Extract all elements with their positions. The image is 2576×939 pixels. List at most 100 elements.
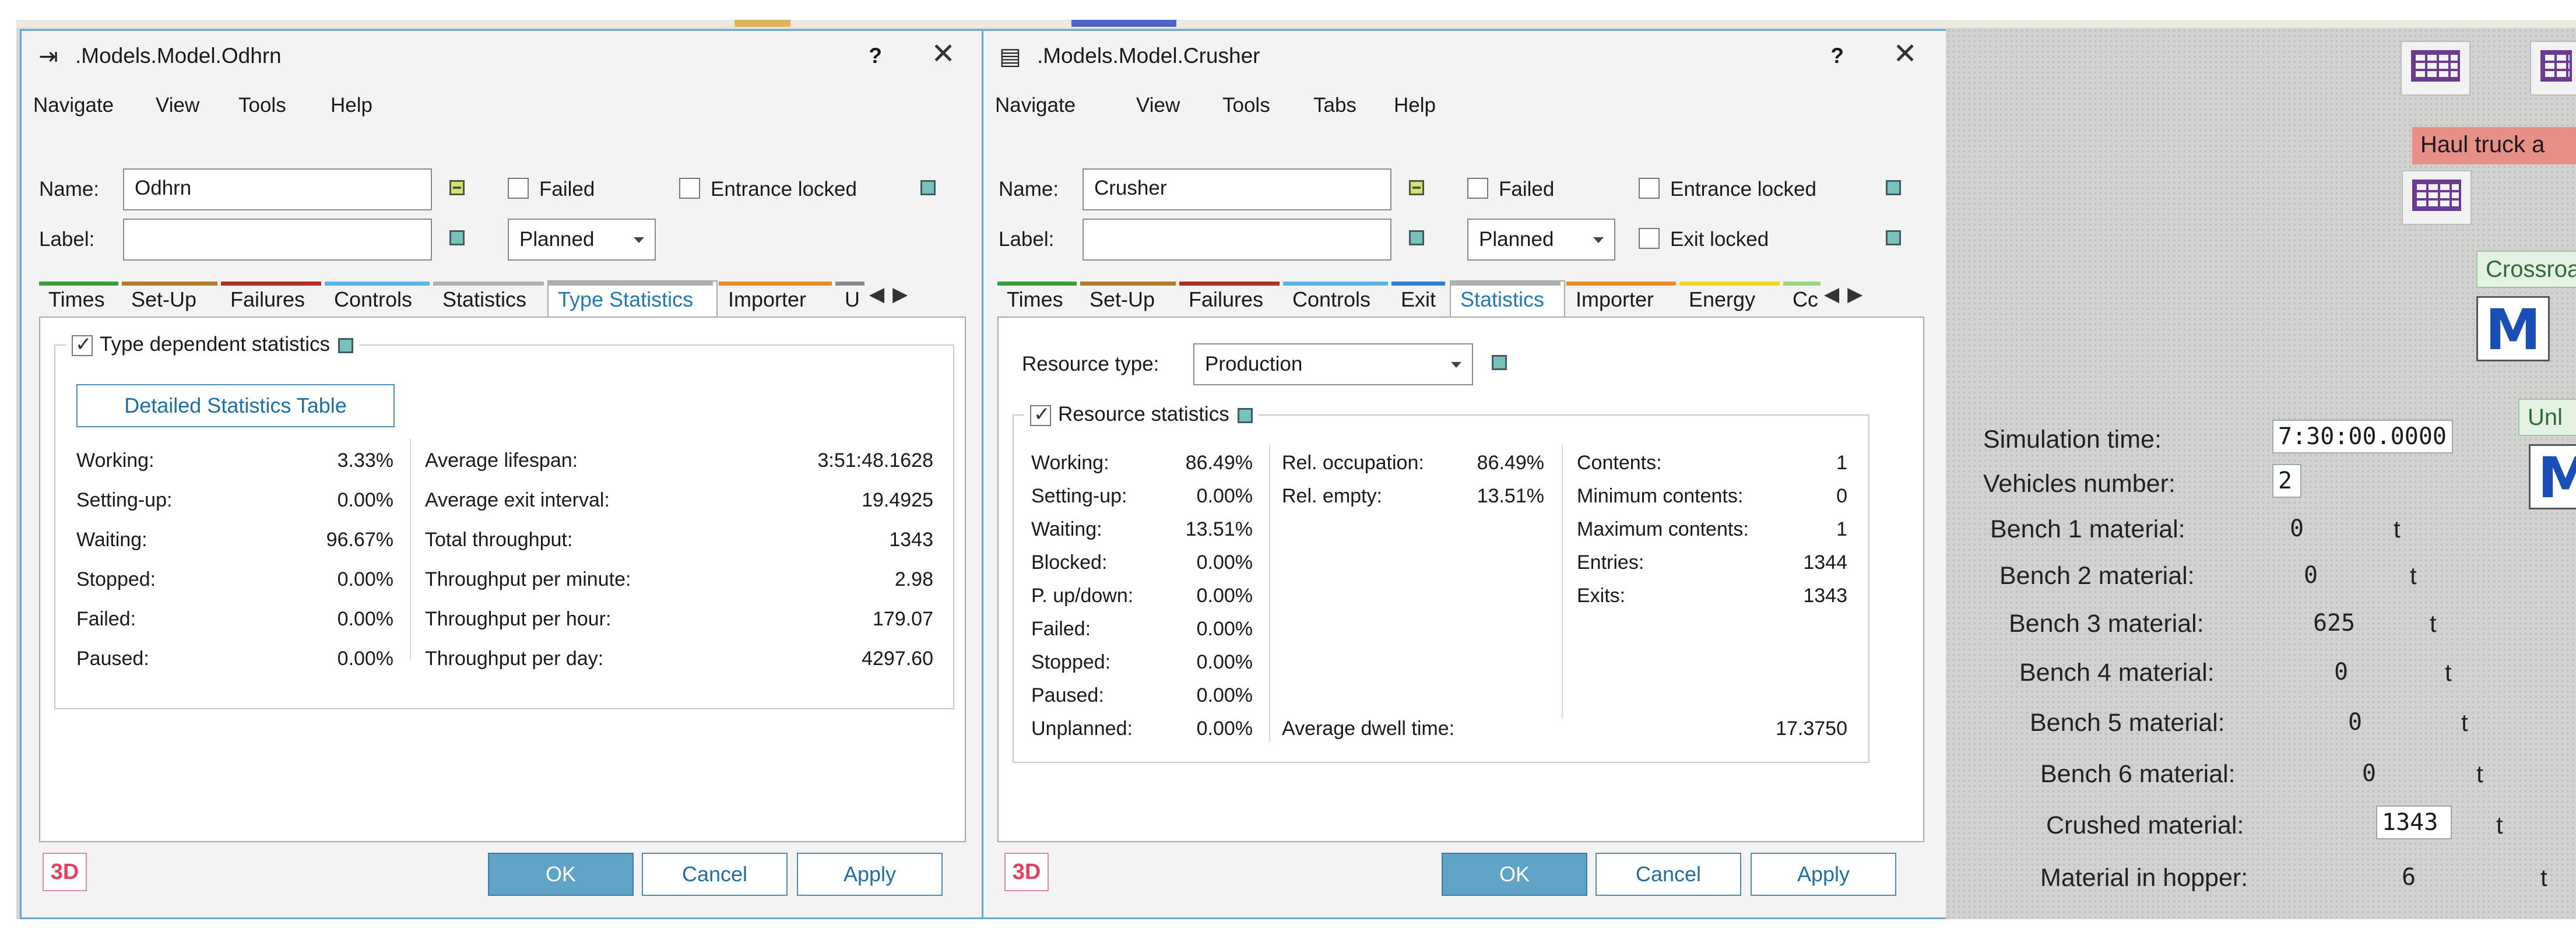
apply-button[interactable]: Apply <box>797 853 943 896</box>
tab-controls[interactable]: Controls <box>1283 282 1391 316</box>
tab-color-bar <box>1391 282 1445 286</box>
menu-tools[interactable]: Tools <box>1222 94 1270 117</box>
tab-scroll-arrows[interactable]: ◀▶ <box>1824 283 1871 306</box>
tab-statistics[interactable]: Statistics <box>433 282 547 316</box>
tab-failures[interactable]: Failures <box>1179 282 1283 316</box>
crossroad-banner[interactable]: Crossroa <box>2476 251 2576 288</box>
entrance-locked-checkbox[interactable] <box>679 178 700 199</box>
stat-value: 4297.60 <box>862 648 933 670</box>
tab-statistics[interactable]: Statistics <box>1450 280 1565 318</box>
resource-stats-checkbox[interactable] <box>1030 403 1051 426</box>
bench-3-label: Bench 3 material: <box>2009 610 2204 638</box>
haul-truck-banner[interactable]: Haul truck a <box>2412 127 2576 164</box>
status-select[interactable]: Planned <box>508 219 656 261</box>
crushed-material-display[interactable]: 1343 <box>2376 806 2452 839</box>
type-stats-checkbox[interactable] <box>72 333 93 356</box>
tab-color-bar <box>1080 282 1176 286</box>
menu-tabs[interactable]: Tabs <box>1313 94 1356 117</box>
unload-banner[interactable]: Unl <box>2518 399 2576 436</box>
3d-view-button[interactable]: 3D <box>43 853 87 891</box>
failed-checkbox[interactable] <box>1467 178 1488 199</box>
failed-checkbox[interactable] <box>508 178 529 199</box>
tab-times[interactable]: Times <box>997 282 1080 316</box>
tab-color-bar <box>549 282 713 286</box>
table-icon[interactable] <box>2401 41 2470 96</box>
tab-label: Statistics <box>442 287 527 311</box>
tab-importer[interactable]: Importer <box>1566 282 1679 316</box>
stat-label: Contents: <box>1577 452 1662 474</box>
ok-button[interactable]: OK <box>488 853 634 896</box>
close-icon[interactable]: ✕ <box>931 39 955 68</box>
label-input[interactable] <box>123 219 432 261</box>
label-label: Label: <box>999 228 1055 251</box>
tab-scroll-arrows[interactable]: ◀▶ <box>869 283 916 306</box>
simulation-time-display[interactable]: 7:30:00.0000 <box>2272 420 2453 453</box>
table-icon[interactable] <box>2530 41 2576 96</box>
crushed-material-unit: t <box>2496 811 2503 839</box>
tab-label: Importer <box>1576 287 1654 311</box>
model-viewport[interactable]: Haul truck a Crossroa M Unl M Simulation… <box>1946 28 2576 919</box>
tab-more[interactable]: U <box>835 282 868 316</box>
entrance-locked-checkbox[interactable] <box>1639 178 1660 199</box>
table-icon[interactable] <box>2402 170 2472 225</box>
menu-help[interactable]: Help <box>331 94 372 117</box>
menu-tools[interactable]: Tools <box>238 94 286 117</box>
cancel-button[interactable]: Cancel <box>1595 853 1741 896</box>
method-icon[interactable]: M <box>2529 444 2576 510</box>
inherit-toggle-icon[interactable] <box>449 180 465 195</box>
stat-label: Stopped: <box>76 568 156 590</box>
tab-set-up[interactable]: Set-Up <box>122 282 221 316</box>
help-button[interactable]: ? <box>869 44 882 68</box>
exit-locked-checkbox[interactable] <box>1639 228 1660 249</box>
inherit-toggle-icon[interactable] <box>1409 230 1424 245</box>
type-stats-label: Type dependent statistics <box>100 333 330 356</box>
inherit-toggle-icon[interactable] <box>1492 355 1507 370</box>
help-button[interactable]: ? <box>1830 44 1844 68</box>
status-select[interactable]: Planned <box>1467 219 1615 261</box>
menu-navigate[interactable]: Navigate <box>995 94 1076 117</box>
tab-type-statistics[interactable]: Type Statistics <box>547 280 718 318</box>
name-input[interactable]: Crusher <box>1083 168 1391 210</box>
inherit-toggle-icon[interactable] <box>1886 180 1901 195</box>
tab-importer[interactable]: Importer <box>719 282 835 316</box>
inherit-toggle-icon[interactable] <box>449 230 465 245</box>
resource-stats-group: Resource statistics Working: 86.49% Sett… <box>1013 403 1869 763</box>
3d-view-button[interactable]: 3D <box>1004 853 1049 891</box>
inherit-toggle-icon[interactable] <box>1409 180 1424 195</box>
stat-value: 179.07 <box>873 608 933 630</box>
tab-set-up[interactable]: Set-Up <box>1080 282 1179 316</box>
tab-failures[interactable]: Failures <box>221 282 325 316</box>
menu-navigate[interactable]: Navigate <box>33 94 114 117</box>
label-input[interactable] <box>1083 219 1391 261</box>
stat-value: 3.33% <box>337 449 393 472</box>
bench-3-unit: t <box>2430 610 2437 637</box>
apply-button[interactable]: Apply <box>1751 853 1896 896</box>
method-icon[interactable]: M <box>2476 296 2550 362</box>
stat-value: 13.51% <box>1477 485 1544 507</box>
menu-view[interactable]: View <box>156 94 199 117</box>
menu-view[interactable]: View <box>1136 94 1180 117</box>
inherit-toggle-icon[interactable] <box>1886 230 1901 245</box>
stat-value: 19.4925 <box>862 489 933 511</box>
tab-exit[interactable]: Exit <box>1391 282 1449 316</box>
inherit-toggle-icon[interactable] <box>338 337 353 353</box>
resource-type-select[interactable]: Production <box>1193 343 1473 385</box>
bench-3-value: 625 <box>2313 610 2356 636</box>
inherit-toggle-icon[interactable] <box>1237 407 1253 423</box>
close-icon[interactable]: ✕ <box>1893 39 1917 68</box>
window-title: .Models.Model.Odhrn <box>75 44 282 68</box>
cancel-button[interactable]: Cancel <box>642 853 788 896</box>
inherit-toggle-icon[interactable] <box>920 180 936 195</box>
tab-color-bar <box>39 282 118 286</box>
tab-controls[interactable]: Controls <box>325 282 433 316</box>
tab-more[interactable]: Cc <box>1783 282 1824 316</box>
tab-energy[interactable]: Energy <box>1679 282 1783 316</box>
detailed-statistics-button[interactable]: Detailed Statistics Table <box>76 384 395 427</box>
material-in-hopper-label: Material in hopper: <box>2040 864 2248 892</box>
vehicles-number-display[interactable]: 2 <box>2272 464 2301 498</box>
tab-times[interactable]: Times <box>39 282 122 316</box>
name-input[interactable]: Odhrn <box>123 168 432 210</box>
ok-button[interactable]: OK <box>1442 853 1587 896</box>
menu-help[interactable]: Help <box>1394 94 1436 117</box>
stat-label: P. up/down: <box>1031 585 1134 607</box>
